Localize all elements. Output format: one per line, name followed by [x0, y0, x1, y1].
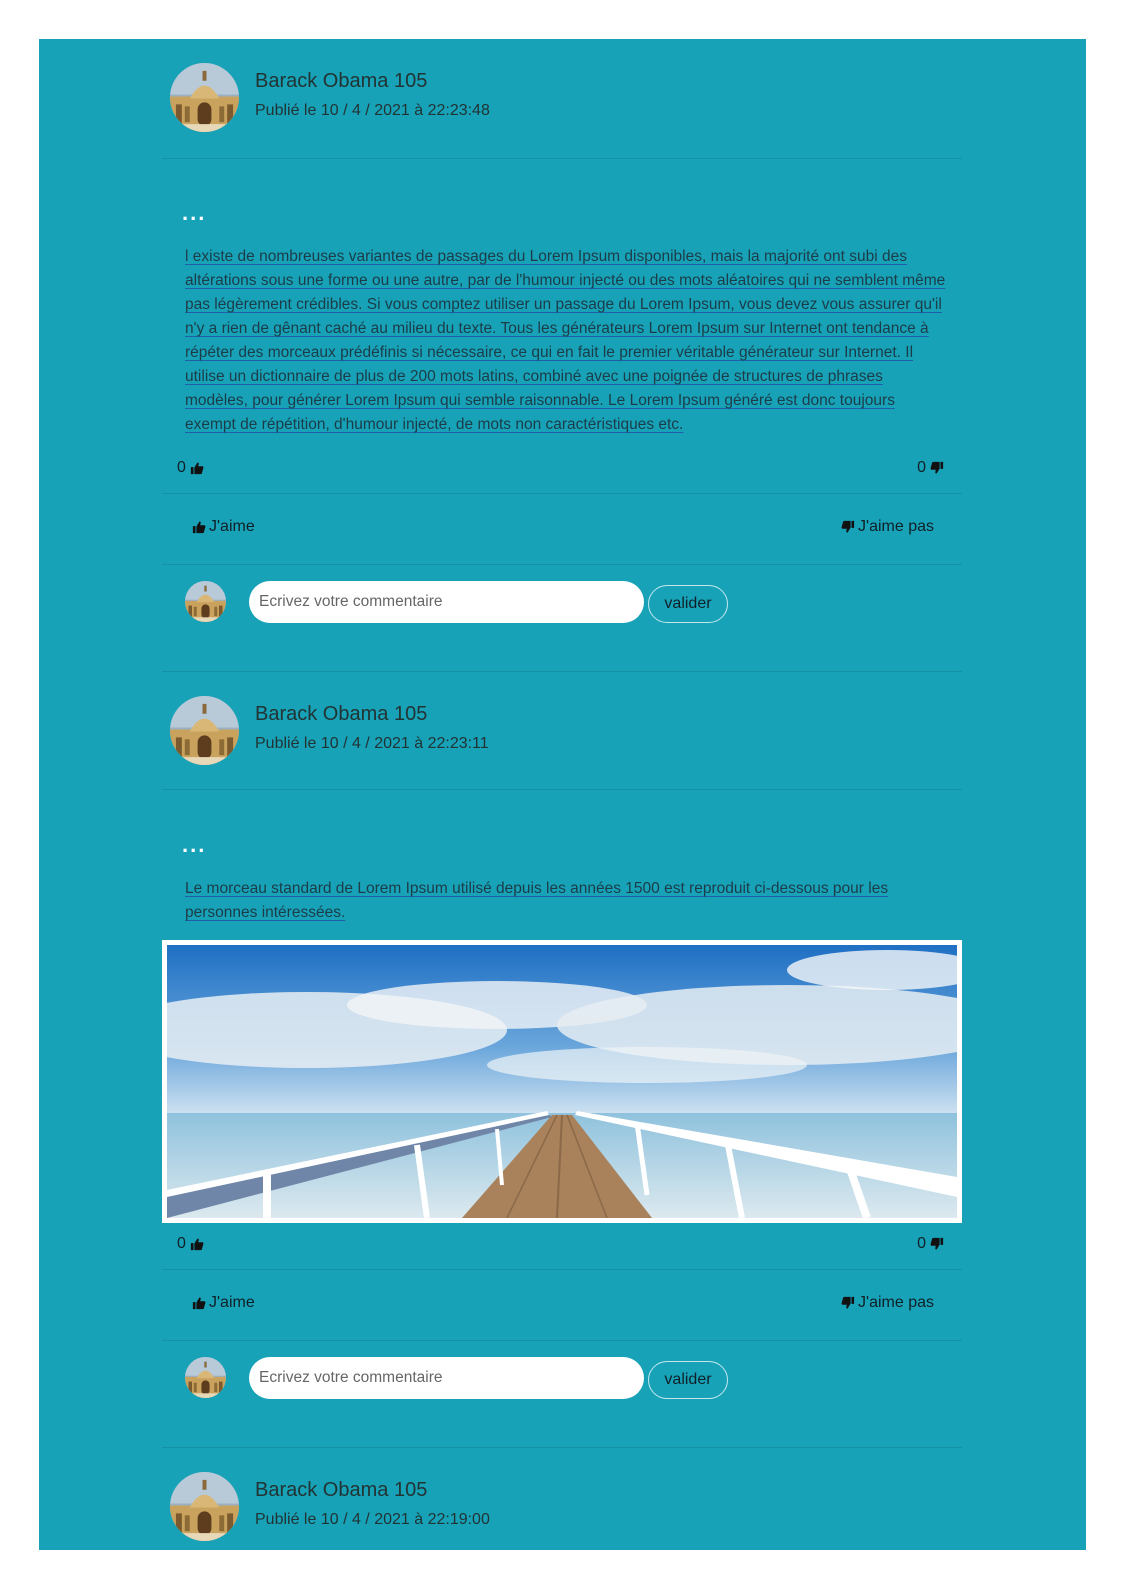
like-button[interactable]: J'aime — [192, 1294, 255, 1312]
thumbs-up-icon — [192, 520, 206, 534]
author-name[interactable]: Barack Obama 105 — [255, 70, 427, 93]
post-menu-button[interactable]: ... — [182, 834, 206, 856]
author-avatar[interactable] — [170, 1472, 239, 1541]
post-header: Barack Obama 105 Publié le 10 / 4 / 2021… — [162, 1448, 962, 1550]
post-body: ... l existe de nombreuses variantes de … — [162, 159, 962, 447]
dislike-button-label: J'aime pas — [858, 1294, 934, 1311]
dislike-count-value: 0 — [917, 1235, 926, 1252]
post-header: Barack Obama 105 Publié le 10 / 4 / 2021… — [162, 672, 962, 790]
author-avatar[interactable] — [170, 696, 239, 765]
post-card: Barack Obama 105 Publié le 10 / 4 / 2021… — [162, 1448, 962, 1550]
thumbs-down-icon — [930, 461, 944, 475]
comment-input[interactable] — [249, 1357, 644, 1399]
current-user-avatar — [185, 581, 226, 622]
news-feed: Barack Obama 105 Publié le 10 / 4 / 2021… — [39, 39, 1086, 1550]
like-button-label: J'aime — [209, 518, 255, 535]
reaction-counts: 0 0 — [162, 447, 962, 494]
comment-form: valider — [162, 1341, 962, 1448]
current-user-avatar — [185, 1357, 226, 1398]
thumbs-up-icon — [190, 461, 204, 475]
dislike-count-value: 0 — [917, 459, 926, 476]
author-avatar[interactable] — [170, 63, 239, 132]
thumbs-down-icon — [841, 1296, 855, 1310]
post-date: Publié le 10 / 4 / 2021 à 22:23:11 — [255, 735, 489, 752]
dislike-count: 0 — [917, 1235, 944, 1253]
dislike-button[interactable]: J'aime pas — [841, 1294, 934, 1312]
submit-comment-button[interactable]: valider — [648, 585, 728, 623]
post-image[interactable] — [162, 940, 962, 1223]
thumbs-up-icon — [190, 1237, 204, 1251]
comment-input[interactable] — [249, 581, 644, 623]
thumbs-up-icon — [192, 1296, 206, 1310]
reaction-counts: 0 0 — [162, 1223, 962, 1270]
post-body: ... Le morceau standard de Lorem Ipsum u… — [162, 790, 962, 940]
post-date: Publié le 10 / 4 / 2021 à 22:19:00 — [255, 1511, 490, 1528]
post-text: l existe de nombreuses variantes de pass… — [185, 248, 946, 433]
dislike-count: 0 — [917, 459, 944, 477]
like-button[interactable]: J'aime — [192, 518, 255, 536]
post-menu-button[interactable]: ... — [182, 202, 206, 224]
like-count: 0 — [177, 459, 204, 477]
like-button-label: J'aime — [209, 1294, 255, 1311]
dislike-button[interactable]: J'aime pas — [841, 518, 934, 536]
reaction-actions: J'aime J'aime pas — [162, 1270, 962, 1341]
post-card: Barack Obama 105 Publié le 10 / 4 / 2021… — [162, 672, 962, 1448]
author-name[interactable]: Barack Obama 105 — [255, 1479, 427, 1502]
author-name[interactable]: Barack Obama 105 — [255, 703, 427, 726]
post-header: Barack Obama 105 Publié le 10 / 4 / 2021… — [162, 39, 962, 159]
reaction-actions: J'aime J'aime pas — [162, 494, 962, 565]
post-card: Barack Obama 105 Publié le 10 / 4 / 2021… — [162, 39, 962, 672]
like-count-value: 0 — [177, 459, 186, 476]
submit-comment-button[interactable]: valider — [648, 1361, 728, 1399]
like-count: 0 — [177, 1235, 204, 1253]
comment-form: valider — [162, 565, 962, 672]
post-text: Le morceau standard de Lorem Ipsum utili… — [185, 880, 889, 921]
thumbs-down-icon — [841, 520, 855, 534]
post-date: Publié le 10 / 4 / 2021 à 22:23:48 — [255, 102, 490, 119]
thumbs-down-icon — [930, 1237, 944, 1251]
dislike-button-label: J'aime pas — [858, 518, 934, 535]
feed-column: Barack Obama 105 Publié le 10 / 4 / 2021… — [162, 39, 962, 1550]
like-count-value: 0 — [177, 1235, 186, 1252]
